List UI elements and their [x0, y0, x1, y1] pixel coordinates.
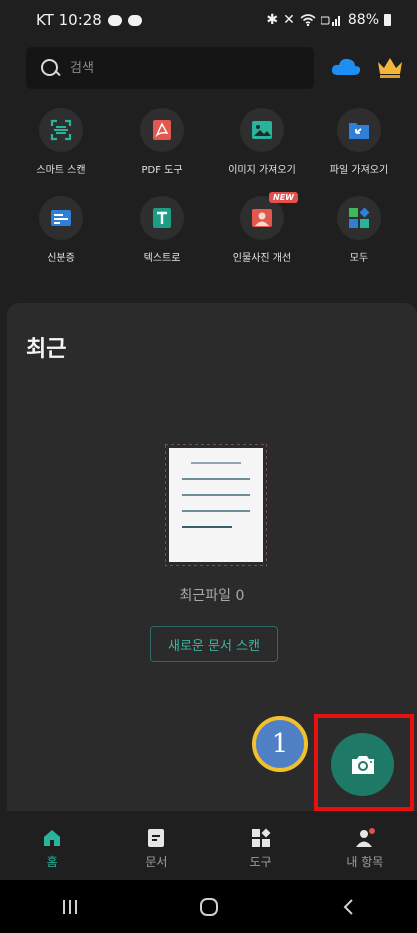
empty-document-illustration	[165, 444, 267, 566]
nav-label: 도구	[249, 854, 272, 869]
nav-home[interactable]: 홈	[0, 817, 104, 880]
new-badge: NEW	[269, 192, 298, 203]
carrier-time: KT 10:28	[36, 11, 102, 29]
message-notification-icon	[127, 14, 142, 26]
all-apps-icon	[337, 196, 381, 240]
image-import-icon	[240, 108, 284, 152]
tool-file-import[interactable]: 파일 가져오기	[314, 108, 404, 176]
home-icon	[44, 829, 61, 846]
tool-label: 신분증	[47, 253, 75, 264]
home-circle-icon	[199, 897, 218, 916]
nav-label: 문서	[145, 854, 168, 869]
tool-smart-scan[interactable]: 스마트 스캔	[16, 108, 106, 176]
tool-label: 텍스트로	[143, 253, 181, 264]
tool-image-import[interactable]: 이미지 가져오기	[217, 108, 307, 176]
pdf-icon	[140, 108, 184, 152]
crown-icon[interactable]	[375, 54, 405, 80]
tool-pdf[interactable]: PDF 도구	[117, 108, 207, 176]
status-bar: KT 10:28 ✱ ✕ 88%	[0, 0, 417, 40]
tool-text[interactable]: 텍스트로	[117, 196, 207, 264]
nav-label: 내 항목	[346, 854, 384, 869]
profile-icon	[355, 827, 375, 847]
new-scan-button[interactable]: 새로운 문서 스캔	[150, 626, 278, 662]
step-marker: 1	[252, 716, 308, 772]
tool-label: 파일 가져오기	[329, 165, 389, 176]
camera-icon	[351, 755, 374, 774]
back-icon	[343, 898, 353, 915]
search-icon	[40, 58, 60, 78]
camera-button[interactable]	[331, 733, 394, 796]
battery-percent: 88%	[347, 12, 379, 28]
nav-label: 홈	[46, 854, 58, 869]
nav-documents[interactable]: 문서	[104, 817, 208, 880]
nav-my-items[interactable]: 내 항목	[313, 817, 417, 880]
tool-label: 모두	[349, 253, 369, 264]
portrait-icon: NEW	[240, 192, 298, 240]
tool-label: 스마트 스캔	[36, 165, 86, 176]
wifi-icon	[300, 14, 316, 26]
text-icon	[140, 196, 184, 240]
signal-icon	[320, 16, 340, 26]
status-right: ✱ ✕ 88%	[266, 12, 391, 28]
tool-label: PDF 도구	[141, 165, 183, 176]
recent-title: 최근	[26, 337, 67, 362]
recent-apps-button[interactable]	[40, 887, 100, 927]
bluetooth-icon: ✱	[266, 12, 279, 28]
search-input[interactable]	[70, 60, 270, 76]
tool-id-card[interactable]: 신분증	[16, 196, 106, 264]
nav-tools[interactable]: 도구	[209, 817, 313, 880]
cloud-icon[interactable]	[330, 55, 362, 79]
back-button[interactable]	[318, 887, 378, 927]
battery-icon	[384, 14, 391, 26]
recent-apps-icon	[62, 899, 77, 914]
bottom-nav: 홈 문서 도구 내 항목	[0, 817, 417, 880]
mute-icon: ✕	[283, 12, 295, 28]
tool-label: 이미지 가져오기	[228, 165, 296, 176]
tool-portrait[interactable]: NEW 인물사진 개선	[217, 192, 307, 264]
status-left: KT 10:28	[36, 11, 142, 29]
empty-state-text: 최근파일 0	[179, 588, 245, 604]
home-system-button[interactable]	[179, 887, 239, 927]
id-card-icon	[39, 196, 83, 240]
system-nav-bar	[0, 880, 417, 933]
search-box[interactable]	[26, 47, 314, 89]
file-import-icon	[337, 108, 381, 152]
document-icon	[148, 828, 165, 847]
tool-all[interactable]: 모두	[314, 196, 404, 264]
talk-notification-icon	[107, 14, 122, 26]
smart-scan-icon	[39, 108, 83, 152]
tools-icon	[251, 828, 271, 847]
tool-label: 인물사진 개선	[232, 253, 292, 264]
